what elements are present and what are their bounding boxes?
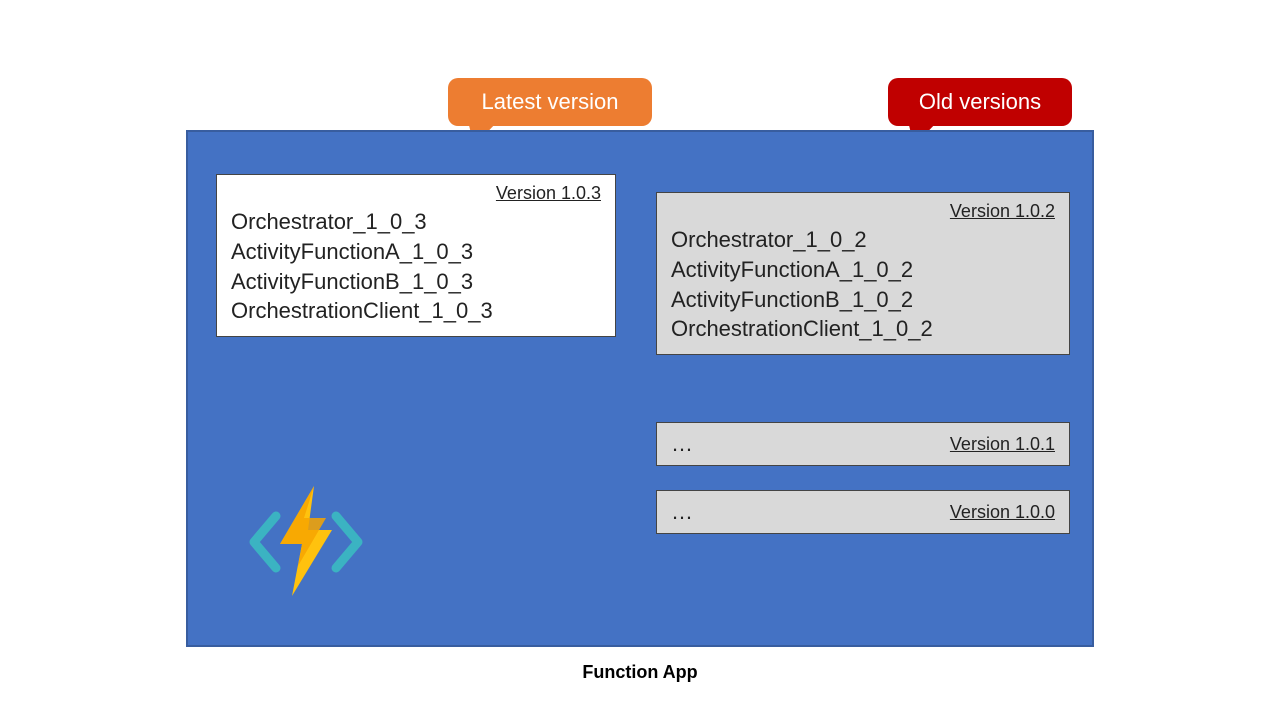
version-label: Version 1.0.1 — [693, 432, 1055, 456]
version-card-1-0-0: … Version 1.0.0 — [656, 490, 1070, 534]
ellipsis-icon: … — [671, 497, 693, 527]
version-label: Version 1.0.3 — [231, 181, 601, 205]
callout-latest-version: Latest version — [448, 78, 652, 126]
version-label: Version 1.0.0 — [693, 500, 1055, 524]
function-name: Orchestrator_1_0_2 — [671, 225, 1055, 255]
ellipsis-icon: … — [671, 429, 693, 459]
callout-old-versions: Old versions — [888, 78, 1072, 126]
function-name: OrchestrationClient_1_0_3 — [231, 296, 601, 326]
callout-old-label: Old versions — [919, 89, 1041, 115]
function-name: ActivityFunctionB_1_0_2 — [671, 285, 1055, 315]
diagram-caption: Function App — [186, 662, 1094, 683]
function-name: ActivityFunctionA_1_0_2 — [671, 255, 1055, 285]
version-card-latest: Version 1.0.3 Orchestrator_1_0_3 Activit… — [216, 174, 616, 337]
function-name: ActivityFunctionA_1_0_3 — [231, 237, 601, 267]
version-label: Version 1.0.2 — [671, 199, 1055, 223]
function-name: OrchestrationClient_1_0_2 — [671, 314, 1055, 344]
function-name: Orchestrator_1_0_3 — [231, 207, 601, 237]
azure-functions-icon — [246, 480, 366, 600]
version-card-1-0-2: Version 1.0.2 Orchestrator_1_0_2 Activit… — [656, 192, 1070, 355]
callout-latest-label: Latest version — [482, 89, 619, 115]
function-name: ActivityFunctionB_1_0_3 — [231, 267, 601, 297]
version-card-1-0-1: … Version 1.0.1 — [656, 422, 1070, 466]
function-app-container: Version 1.0.3 Orchestrator_1_0_3 Activit… — [186, 130, 1094, 647]
